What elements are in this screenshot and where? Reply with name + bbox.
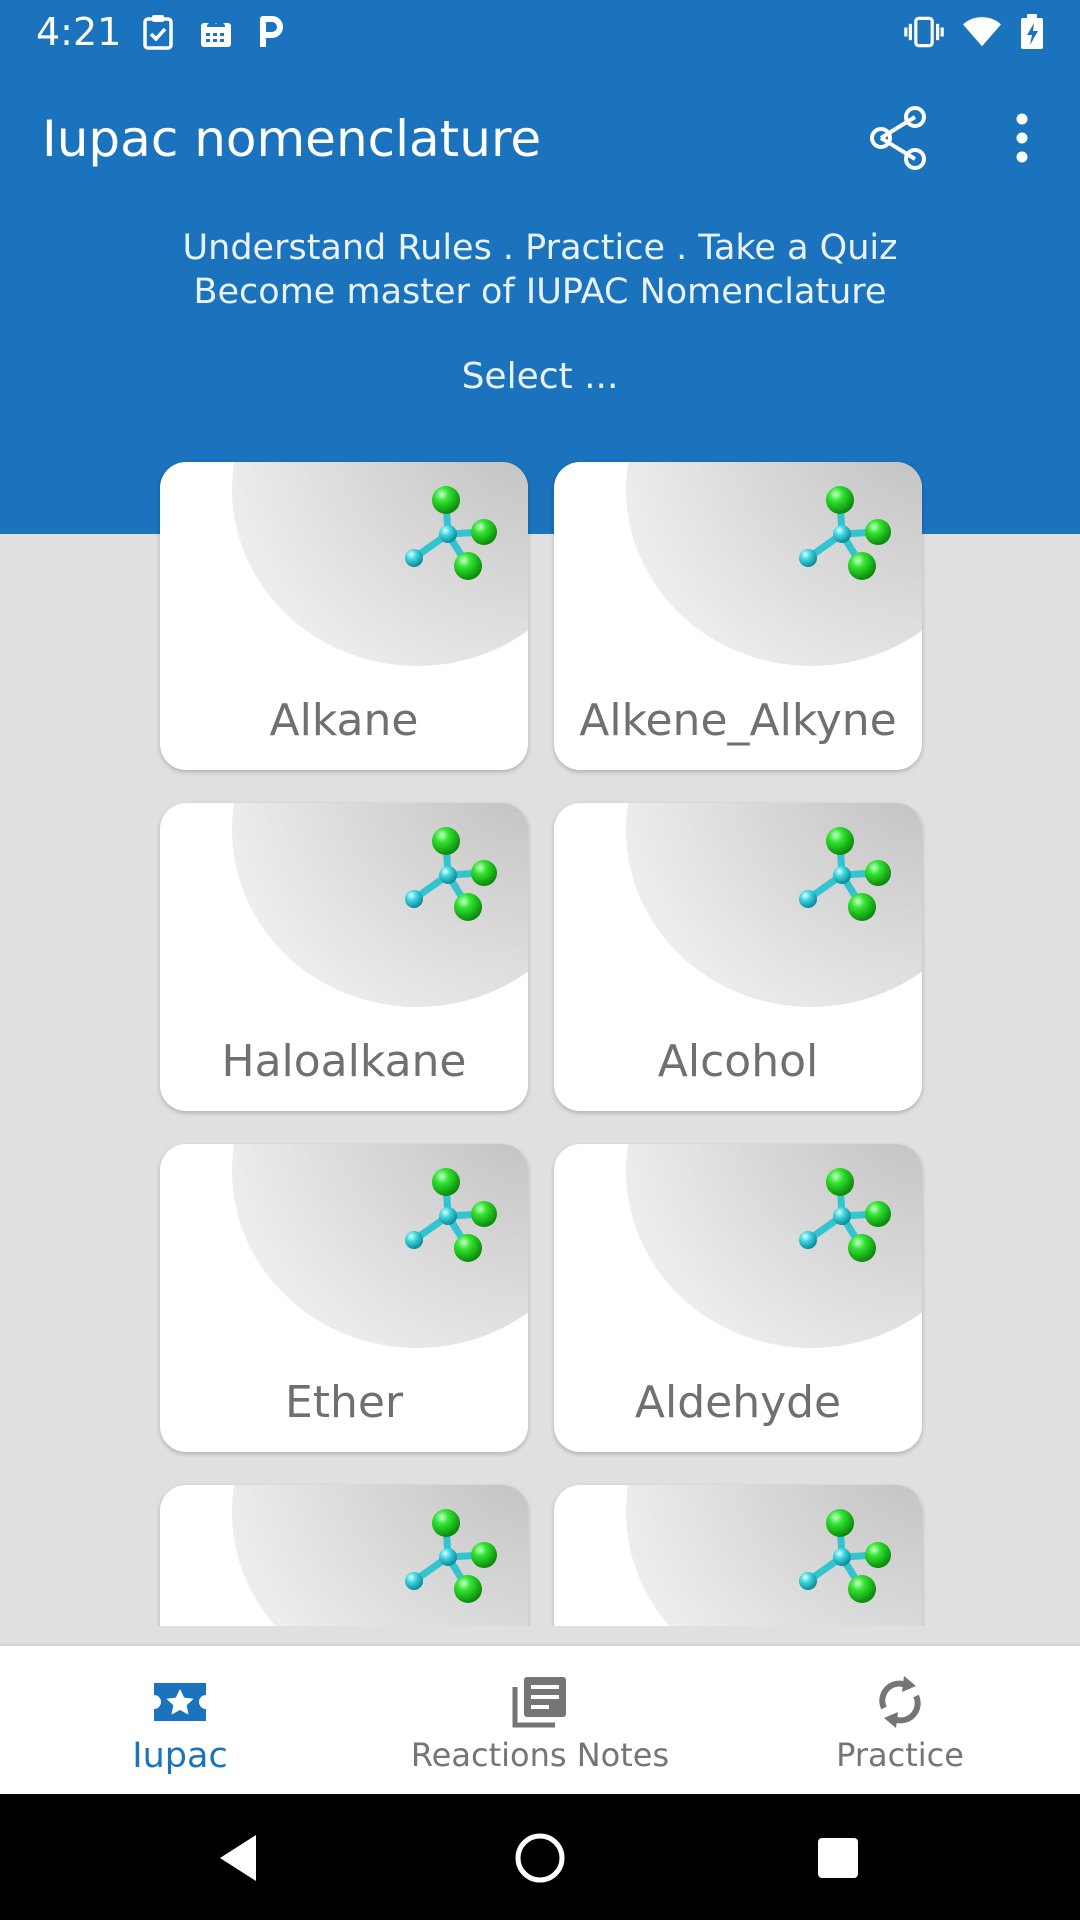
nav-label: Reactions Notes (410, 1736, 670, 1774)
molecule-icon (796, 1507, 906, 1617)
category-card-alkane[interactable]: Alkane (160, 462, 528, 770)
home-circle-icon (515, 1833, 565, 1883)
category-label: Haloalkane (221, 1036, 467, 1087)
app-title: Iupac nomenclature (42, 110, 542, 168)
nav-label: Practice (836, 1736, 964, 1774)
home-button[interactable] (500, 1818, 580, 1898)
nav-tab-reactions-notes[interactable]: Reactions Notes (360, 1646, 720, 1794)
refresh-icon (868, 1672, 932, 1732)
p-letter-icon (252, 12, 292, 52)
vibrate-icon (904, 12, 944, 52)
more-vert-icon (1016, 113, 1028, 163)
category-label: Ether (284, 1377, 404, 1428)
system-navigation-bar (0, 1794, 1080, 1920)
recents-square-icon (818, 1838, 858, 1878)
molecule-icon (402, 1507, 512, 1617)
category-card-aldehyde[interactable]: Aldehyde (554, 1144, 922, 1452)
category-card-ether[interactable]: Ether (160, 1144, 528, 1452)
wifi-icon (962, 12, 1002, 52)
molecule-icon (402, 484, 512, 594)
category-card-alcohol[interactable]: Alcohol (554, 803, 922, 1111)
tagline: Understand Rules . Practice . Take a Qui… (0, 226, 1080, 314)
nav-tab-iupac[interactable]: Iupac (0, 1646, 360, 1794)
share-button[interactable] (856, 96, 940, 180)
category-card[interactable] (554, 1485, 922, 1626)
nav-label: Iupac (132, 1736, 228, 1776)
app-bar: Iupac nomenclature (0, 66, 1080, 210)
share-icon (870, 106, 926, 170)
category-label: Alkane (269, 695, 419, 746)
category-label: Alcohol (657, 1036, 819, 1087)
category-card[interactable] (160, 1485, 528, 1626)
recents-button[interactable] (798, 1818, 878, 1898)
category-card-alkene-alkyne[interactable]: Alkene_Alkyne (554, 462, 922, 770)
status-time: 4:21 (36, 10, 122, 54)
category-label: Alkene_Alkyne (579, 695, 897, 746)
bottom-navigation: Iupac Reactions Notes Practice (0, 1646, 1080, 1794)
category-card-haloalkane[interactable]: Haloalkane (160, 803, 528, 1111)
more-options-button[interactable] (980, 96, 1064, 180)
nav-tab-practice[interactable]: Practice (720, 1646, 1080, 1794)
molecule-icon (796, 484, 906, 594)
back-button[interactable] (198, 1818, 278, 1898)
molecule-icon (796, 825, 906, 935)
select-prompt: Select ... (461, 356, 619, 397)
category-grid: Alkane Alkene_Alkyne Haloalkane Alcohol … (0, 450, 1080, 1626)
back-triangle-icon (220, 1835, 256, 1881)
notes-stack-icon (508, 1672, 572, 1732)
tagline-line-1: Understand Rules . Practice . Take a Qui… (182, 228, 898, 268)
category-label: Aldehyde (634, 1377, 842, 1428)
status-bar: 4:21 (0, 0, 1080, 66)
tagline-line-2: Become master of IUPAC Nomenclature (193, 272, 887, 312)
battery-charging-icon (1012, 12, 1052, 52)
molecule-icon (402, 1166, 512, 1276)
molecule-icon (796, 1166, 906, 1276)
clipboard-check-icon (138, 12, 178, 52)
star-ticket-icon (148, 1672, 212, 1732)
cloud-calendar-icon (196, 12, 236, 52)
molecule-icon (402, 825, 512, 935)
